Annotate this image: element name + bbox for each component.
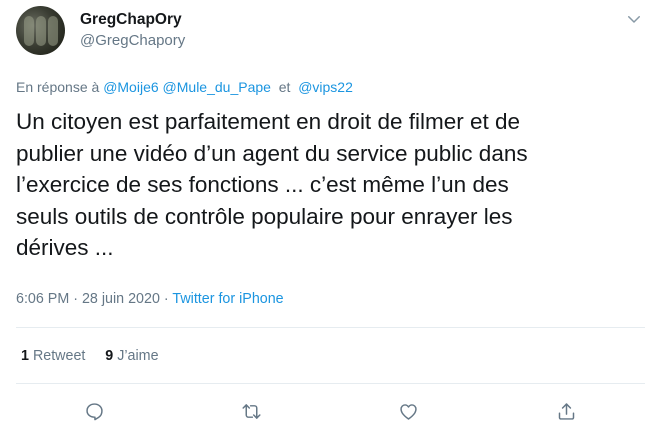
reply-conjunction: et: [278, 79, 291, 95]
divider: [16, 383, 645, 384]
tweet-stats: 1 Retweet 9 J’aime: [21, 348, 159, 364]
user-handle[interactable]: @GregChapory: [80, 32, 185, 49]
tweet-line: dérives ...: [16, 235, 114, 261]
tweet-date[interactable]: 28 juin 2020: [82, 291, 160, 307]
avatar[interactable]: [16, 6, 65, 55]
tweet-source[interactable]: Twitter for iPhone: [172, 291, 283, 307]
retweet-label: Retweet: [32, 348, 86, 364]
divider: [16, 327, 645, 328]
chevron-down-icon[interactable]: [625, 10, 643, 28]
like-count: 9: [105, 348, 114, 364]
tweet-text: Un citoyen est parfaitement en droit de …: [16, 106, 646, 264]
tweet-line: seuls outils de contrôle populaire pour …: [16, 203, 513, 229]
reply-context: En réponse à @Moije6 @Mule_du_Pape et @v…: [16, 79, 353, 95]
display-name[interactable]: GregChapOry: [80, 11, 182, 29]
tweet-time[interactable]: 6:06 PM: [16, 291, 69, 307]
tweet-meta: 6:06 PM · 28 juin 2020 · Twitter for iPh…: [16, 291, 284, 307]
share-icon[interactable]: [551, 396, 581, 426]
retweet-icon[interactable]: [236, 396, 266, 426]
like-label: J’aime: [117, 348, 159, 364]
mention-link[interactable]: @Moije6: [103, 79, 158, 95]
tweet-header: GregChapOry @GregChapory: [16, 6, 645, 56]
retweet-count: 1: [21, 348, 29, 364]
retweet-stat[interactable]: 1 Retweet: [21, 348, 85, 364]
reply-icon[interactable]: [79, 396, 109, 426]
tweet-line: l’exercice de ses fonctions ... c’est mê…: [16, 172, 509, 198]
action-bar: [0, 396, 661, 430]
like-stat[interactable]: 9 J’aime: [105, 348, 158, 364]
meta-separator: ·: [73, 291, 78, 307]
mention-link[interactable]: @Mule_du_Pape: [163, 79, 271, 95]
meta-separator: ·: [163, 291, 169, 307]
mention-link[interactable]: @vips22: [298, 79, 353, 95]
reply-prefix: En réponse à: [16, 79, 100, 95]
tweet-line: Un citoyen est parfaitement en droit de …: [16, 109, 521, 134]
heart-icon[interactable]: [393, 396, 423, 426]
tweet-line: publier une vidéo d’un agent du service …: [16, 140, 528, 166]
